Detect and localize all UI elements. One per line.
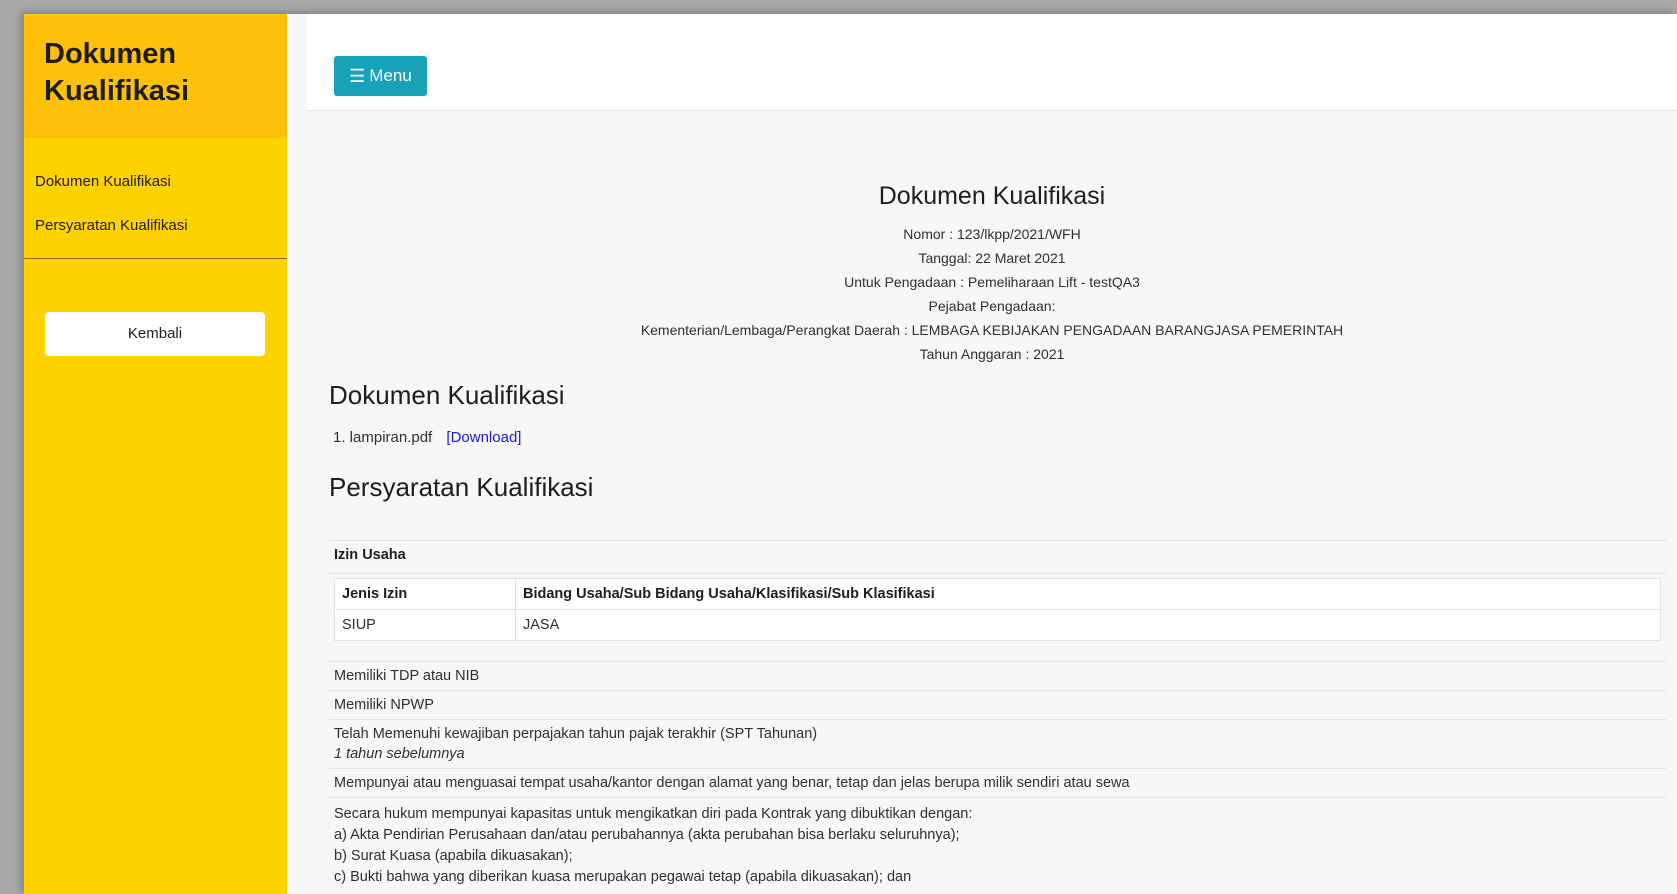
- document-tanggal: Tanggal: 22 Maret 2021: [918, 250, 1066, 266]
- izin-usaha-heading: Izin Usaha: [329, 540, 1666, 573]
- main-content: Dokumen Kualifikasi Nomor : 123/lkpp/202…: [307, 110, 1677, 894]
- menu-lines-icon: ☰: [349, 66, 366, 86]
- column-header-bidang-usaha: Bidang Usaha/Sub Bidang Usaha/Klasifikas…: [515, 578, 1661, 610]
- sidebar-divider: [24, 258, 287, 259]
- document-kementerian: Kementerian/Lembaga/Perangkat Daerah : L…: [640, 322, 1344, 338]
- legal-line: a) Akta Pendirian Perusahaan dan/atau pe…: [334, 827, 960, 843]
- requirement-text: Telah Memenuhi kewajiban perpajakan tahu…: [334, 726, 818, 742]
- sidebar: Dokumen Kualifikasi Dokumen Kualifikasi …: [24, 14, 287, 894]
- requirement-item-spt: Telah Memenuhi kewajiban perpajakan tahu…: [329, 719, 1666, 768]
- back-button[interactable]: Kembali: [45, 312, 265, 356]
- table-cell: JASA: [515, 609, 1661, 641]
- document-pengadaan: Untuk Pengadaan : Pemeliharaan Lift - te…: [844, 274, 1140, 290]
- document-title: Dokumen Kualifikasi: [878, 182, 1106, 210]
- requirement-item: Mempunyai atau menguasai tempat usaha/ka…: [329, 768, 1666, 797]
- column-header-jenis-izin: Jenis Izin: [334, 578, 516, 610]
- download-link[interactable]: [Download]: [446, 429, 521, 446]
- legal-line: b) Surat Kuasa (apabila dikuasakan);: [334, 848, 573, 864]
- table-row: SIUP JASA: [334, 609, 1661, 641]
- requirement-item-legal: Secara hukum mempunyai kapasitas untuk m…: [329, 797, 1666, 894]
- document-pejabat: Pejabat Pengadaan:: [928, 298, 1056, 314]
- sidebar-item-persyaratan-kualifikasi[interactable]: Persyaratan Kualifikasi: [24, 212, 287, 256]
- sidebar-header: Dokumen Kualifikasi: [24, 14, 287, 138]
- izin-table-wrap: Jenis Izin Bidang Usaha/Sub Bidang Usaha…: [329, 573, 1666, 661]
- requirement-item: Memiliki TDP atau NIB: [329, 661, 1666, 690]
- sidebar-title: Dokumen Kualifikasi: [44, 38, 190, 107]
- sidebar-item-dokumen-kualifikasi[interactable]: Dokumen Kualifikasi: [24, 168, 287, 212]
- legal-line: Secara hukum mempunyai kapasitas untuk m…: [334, 806, 973, 822]
- files-section-title: Dokumen Kualifikasi: [329, 380, 565, 410]
- document-tahun: Tahun Anggaran : 2021: [919, 346, 1065, 362]
- legal-line: c) Bukti bahwa yang diberikan kuasa meru…: [334, 869, 912, 885]
- requirement-note: 1 tahun sebelumnya: [334, 746, 465, 762]
- sidebar-nav: Dokumen Kualifikasi Persyaratan Kualifik…: [24, 138, 287, 256]
- topbar: ☰ Menu: [307, 14, 1677, 111]
- app-window: Dokumen Kualifikasi Dokumen Kualifikasi …: [24, 14, 1677, 894]
- document-nomor: Nomor : 123/lkpp/2021/WFH: [903, 226, 1081, 242]
- table-cell: SIUP: [334, 609, 516, 641]
- table-header-row: Jenis Izin Bidang Usaha/Sub Bidang Usaha…: [334, 578, 1661, 610]
- requirements-list: Izin Usaha Jenis Izin Bidang Usaha/Sub B…: [329, 540, 1666, 894]
- menu-button-label: Menu: [369, 66, 412, 85]
- requirement-item: Memiliki NPWP: [329, 690, 1666, 719]
- file-name: 1. lampiran.pdf: [333, 429, 433, 446]
- menu-button[interactable]: ☰ Menu: [334, 56, 427, 96]
- requirements-title: Persyaratan Kualifikasi: [329, 472, 594, 502]
- file-row: 1. lampiran.pdf [Download]: [333, 429, 521, 446]
- izin-table: Jenis Izin Bidang Usaha/Sub Bidang Usaha…: [334, 578, 1661, 641]
